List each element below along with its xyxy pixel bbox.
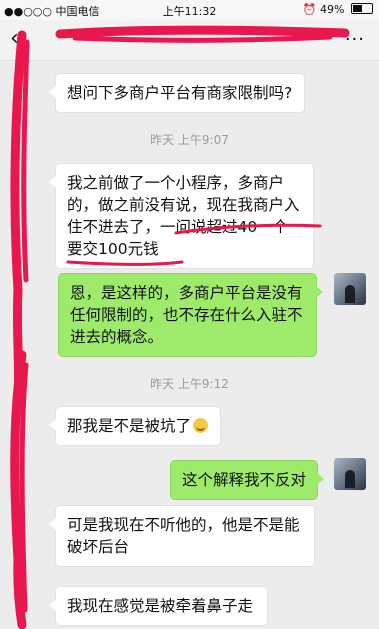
message-bubble-self[interactable]: 这个解释我不反对	[170, 460, 324, 500]
more-options-icon[interactable]: ···	[345, 31, 365, 49]
battery-percent: 49%	[320, 3, 345, 16]
message-bubble[interactable]: 我之前做了一个小程序，多商户的，做之前没有说，现在我商户入住不进去了，一问说超过…	[49, 163, 314, 269]
message-bubble[interactable]: 可是我现在不听他的，他是不是能破坏后台	[49, 505, 315, 567]
chat-area[interactable]: 想问下多商户平台有商家限制吗? 昨天 上午9:07 我之前做了一个小程序，多商户…	[0, 61, 379, 629]
avatar[interactable]	[334, 458, 366, 490]
avatar[interactable]	[334, 273, 366, 305]
message-text: 恩，是这样的，多商户平台是没有任何限制的，也不存在什么入驻不进去的概念。	[70, 284, 303, 346]
message-text: 想问下多商户平台有商家限制吗?	[67, 84, 293, 102]
battery-icon	[351, 3, 373, 14]
timestamp: 昨天 上午9:07	[150, 133, 229, 147]
message-bubble[interactable]: 我现在感觉是被牵着鼻子走	[49, 586, 268, 626]
chevron-left-icon[interactable]: ‹	[10, 28, 22, 50]
message-bubble[interactable]: 想问下多商户平台有商家限制吗?	[49, 73, 305, 113]
timestamp: 昨天 上午9:12	[150, 377, 229, 391]
message-bubble-self[interactable]: 恩，是这样的，多商户平台是没有任何限制的，也不存在什么入驻不进去的概念。	[58, 273, 323, 357]
message-text: 我现在感觉是被牵着鼻子走	[67, 597, 254, 615]
message-text: 我之前做了一个小程序，多商户的，做之前没有说，现在我商户入住不进去了，一问说超过…	[67, 174, 300, 258]
message-text: 可是我现在不听他的，他是不是能破坏后台	[67, 516, 300, 556]
alarm-icon: ⏰	[302, 3, 317, 16]
status-bar: ●●○○○ 中国电信 上午11:32 ⏰ 49%	[0, 0, 379, 20]
message-text: 那我是不是被坑了	[67, 417, 192, 435]
message-bubble[interactable]: 那我是不是被坑了	[49, 406, 221, 446]
status-right-group: ⏰ 49%	[303, 3, 373, 16]
message-text: 这个解释我不反对	[182, 471, 307, 489]
chat-header: ‹ ···	[0, 20, 379, 61]
grin-emoji-icon	[193, 418, 209, 433]
